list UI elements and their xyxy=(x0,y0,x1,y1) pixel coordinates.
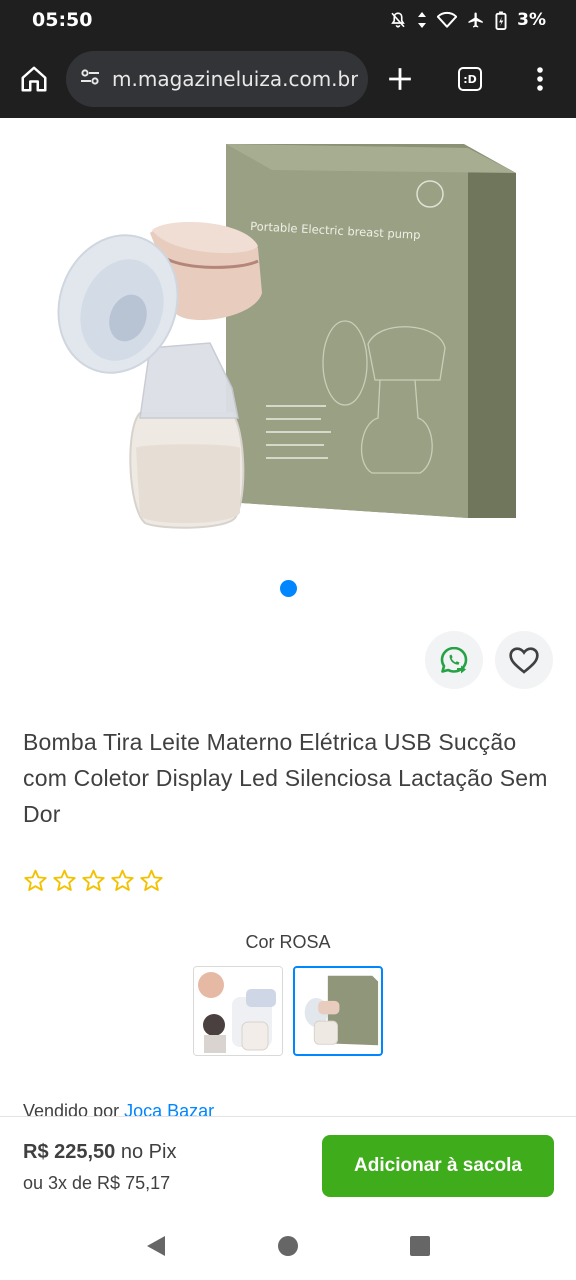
bell-off-icon xyxy=(389,11,407,29)
system-nav-bar xyxy=(0,1216,576,1280)
recents-icon xyxy=(410,1235,430,1256)
heart-icon xyxy=(509,647,539,674)
price-line: R$ 225,50 no Pix xyxy=(23,1141,176,1164)
whatsapp-icon xyxy=(440,646,468,674)
airplane-icon xyxy=(467,11,485,29)
battery-level: 3% xyxy=(517,10,546,30)
plus-icon xyxy=(389,68,411,90)
recents-button[interactable] xyxy=(409,1235,431,1262)
seller-link[interactable]: Joca Bazar xyxy=(124,1101,214,1117)
pix-price: R$ 225,50 xyxy=(23,1141,116,1163)
address-bar[interactable]: m.magazineluiza.com.br xyxy=(66,51,368,107)
battery-icon xyxy=(495,10,507,30)
star-icon xyxy=(111,869,134,891)
back-button[interactable] xyxy=(145,1234,167,1263)
wifi-icon xyxy=(437,11,458,29)
product-image[interactable]: Portable Electric breast pump xyxy=(0,118,576,558)
home-circle-icon xyxy=(278,1235,298,1256)
color-option-thumbnail-selected[interactable] xyxy=(293,966,383,1056)
site-settings-icon[interactable] xyxy=(78,65,102,94)
browser-actions: :D xyxy=(378,57,562,101)
status-bar: 05:50 3% xyxy=(0,0,576,40)
status-icons: 3% xyxy=(389,10,546,30)
color-option-thumbnail[interactable] xyxy=(193,966,283,1056)
data-arrows-icon xyxy=(417,11,427,29)
tabs-count: :D xyxy=(458,67,482,91)
new-tab-button[interactable] xyxy=(378,57,422,101)
status-time: 05:50 xyxy=(32,9,93,31)
home-nav-button[interactable] xyxy=(277,1235,299,1262)
whatsapp-share-button[interactable] xyxy=(425,631,483,689)
star-icon xyxy=(82,869,105,891)
favorite-button[interactable] xyxy=(495,631,553,689)
installments-text: ou 3x de R$ 75,17 xyxy=(23,1173,171,1193)
star-icon xyxy=(24,869,47,891)
product-title: Bomba Tira Leite Materno Elétrica USB Su… xyxy=(23,729,548,827)
product-box-illustration: Portable Electric breast pump xyxy=(226,144,516,518)
rating-stars[interactable] xyxy=(23,868,164,893)
purchase-bar: R$ 225,50 no Pix ou 3x de R$ 75,17 Adici… xyxy=(0,1116,576,1216)
seller-prefix: Vendido por xyxy=(23,1101,120,1117)
pix-suffix: no Pix xyxy=(120,1141,177,1163)
home-button[interactable] xyxy=(14,59,54,99)
star-icon xyxy=(140,869,163,891)
back-icon xyxy=(147,1235,165,1256)
url-text[interactable]: m.magazineluiza.com.br xyxy=(112,67,358,91)
star-icon xyxy=(53,869,76,891)
browser-toolbar: m.magazineluiza.com.br :D xyxy=(0,40,576,118)
seller-info: Vendido por Joca Bazar xyxy=(23,1101,214,1117)
home-icon xyxy=(21,66,47,92)
more-vert-icon xyxy=(537,67,543,91)
add-to-bag-button[interactable]: Adicionar à sacola xyxy=(322,1135,554,1197)
carousel-dot-active[interactable] xyxy=(280,580,297,597)
color-label: Cor ROSA xyxy=(245,932,331,952)
menu-button[interactable] xyxy=(518,57,562,101)
tabs-button[interactable]: :D xyxy=(448,57,492,101)
